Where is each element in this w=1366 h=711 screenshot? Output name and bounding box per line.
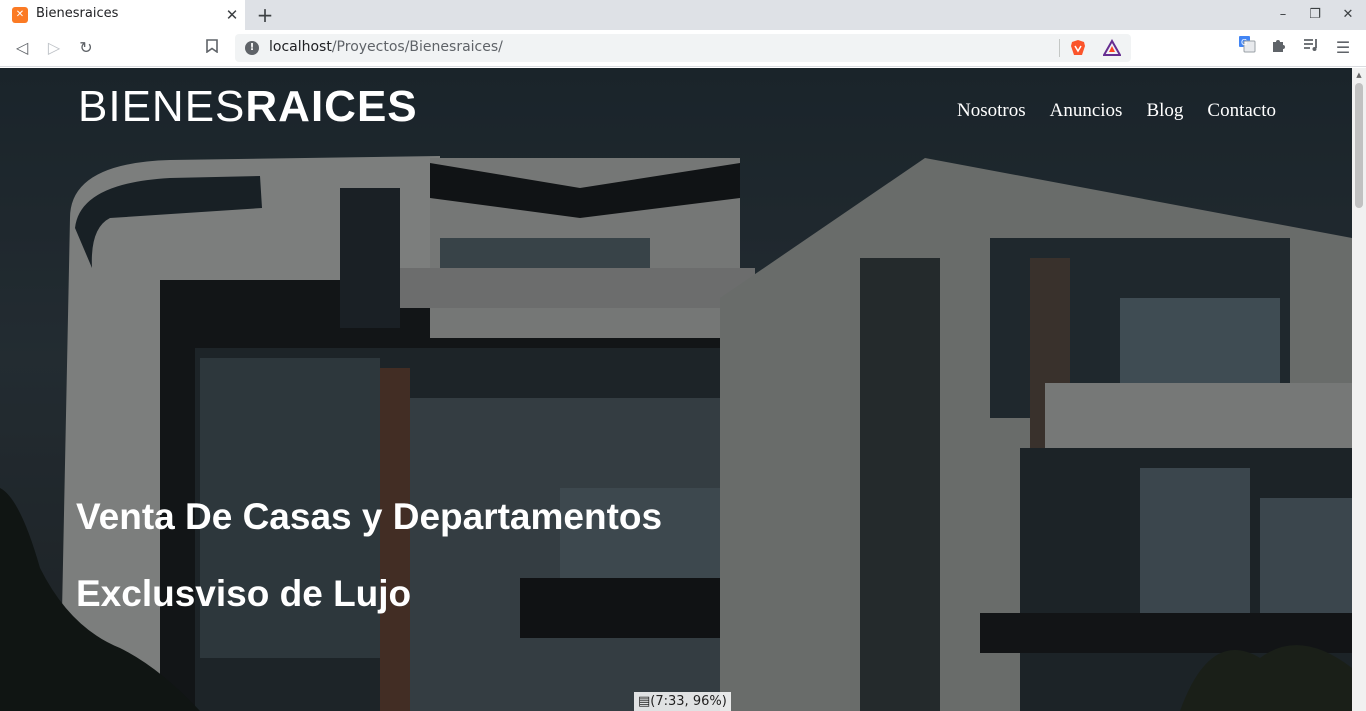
svg-text:G: G bbox=[1241, 38, 1247, 47]
tab-title: Bienesraices bbox=[36, 6, 119, 21]
site-info-icon[interactable]: ! bbox=[245, 41, 259, 55]
menu-icon[interactable]: ☰ bbox=[1330, 35, 1356, 61]
nav-link-nosotros[interactable]: Nosotros bbox=[957, 100, 1026, 122]
page-scrollbar[interactable]: ▲ bbox=[1352, 68, 1366, 711]
url-text[interactable]: localhost/Proyectos/Bienesraices/ bbox=[269, 39, 503, 55]
bookmark-icon[interactable] bbox=[199, 35, 225, 61]
xampp-favicon-icon: ✕ bbox=[12, 7, 28, 23]
close-tab-icon[interactable]: ✕ bbox=[222, 5, 242, 25]
nav-link-anuncios[interactable]: Anuncios bbox=[1050, 100, 1123, 122]
reload-icon[interactable]: ↻ bbox=[73, 35, 99, 61]
address-bar[interactable]: ! localhost/Proyectos/Bienesraices/ bbox=[235, 34, 1131, 62]
document-icon: ▤ bbox=[638, 694, 651, 709]
brave-shields-icon[interactable] bbox=[1069, 39, 1087, 57]
tab-bienesraices[interactable]: ✕ Bienesraices ✕ bbox=[0, 0, 245, 30]
nav-link-contacto[interactable]: Contacto bbox=[1207, 100, 1276, 122]
restore-icon[interactable]: ❐ bbox=[1304, 4, 1326, 26]
brave-rewards-icon[interactable] bbox=[1102, 38, 1122, 57]
media-playlist-icon[interactable] bbox=[1298, 35, 1324, 61]
translate-icon[interactable]: G bbox=[1234, 35, 1260, 61]
browser-toolbar: ◁ ▷ ↻ ! localhost/Proyectos/Bienesraices… bbox=[0, 30, 1366, 67]
site-logo[interactable]: BIENESRAICES bbox=[78, 82, 418, 132]
extensions-puzzle-icon[interactable] bbox=[1266, 35, 1292, 61]
hero-subtitle: Exclusviso de Lujo bbox=[76, 573, 412, 614]
hero-title: Venta De Casas y Departamentos bbox=[76, 496, 663, 537]
minimize-icon[interactable]: – bbox=[1272, 4, 1294, 26]
scroll-thumb[interactable] bbox=[1355, 83, 1363, 208]
hero-section: BIENESRAICES Nosotros Anuncios Blog Cont… bbox=[0, 68, 1352, 711]
back-icon[interactable]: ◁ bbox=[9, 35, 35, 61]
scroll-up-arrow-icon[interactable]: ▲ bbox=[1352, 70, 1366, 80]
tab-strip: ✕ Bienesraices ✕ + – ❐ ✕ bbox=[0, 0, 1366, 30]
main-nav: Nosotros Anuncios Blog Contacto bbox=[957, 100, 1276, 122]
forward-icon[interactable]: ▷ bbox=[41, 35, 67, 61]
new-tab-button[interactable]: + bbox=[254, 3, 276, 27]
status-overlay: ▤(7:33, 96%) bbox=[634, 692, 731, 711]
nav-link-blog[interactable]: Blog bbox=[1146, 100, 1183, 122]
close-window-icon[interactable]: ✕ bbox=[1337, 4, 1359, 26]
omnibox-divider bbox=[1059, 39, 1060, 57]
